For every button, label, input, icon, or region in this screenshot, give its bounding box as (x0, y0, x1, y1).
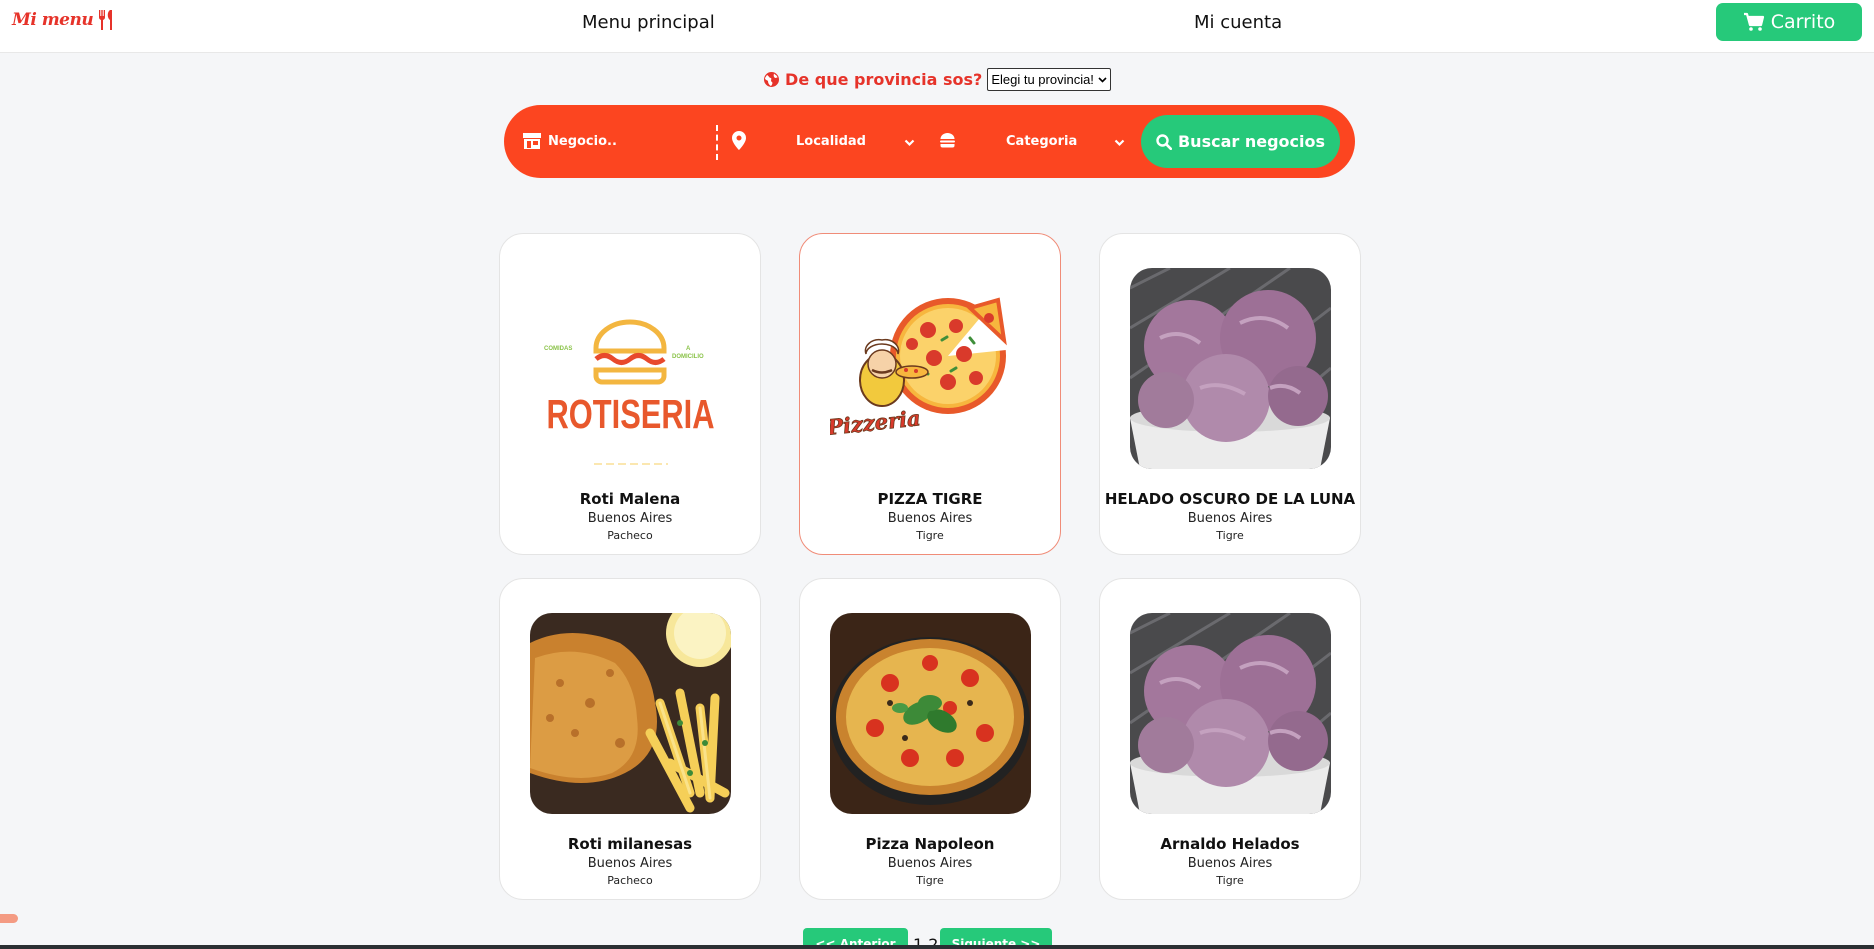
business-locality: Tigre (1216, 529, 1244, 542)
business-image (1130, 613, 1331, 814)
ice-cream-photo (1130, 268, 1331, 469)
store-icon (523, 133, 541, 149)
app-logo[interactable]: Mi menu (12, 9, 116, 31)
business-image: COMIDAS A DOMICILIO ROTISERIA (530, 268, 731, 469)
chevron-down-icon (1114, 139, 1125, 147)
milanesa-photo (530, 613, 731, 814)
globe-icon (764, 72, 780, 87)
pizzeria-logo: Pizzeria (830, 268, 1031, 469)
search-button-label: Buscar negocios (1177, 132, 1326, 151)
business-locality: Tigre (1216, 874, 1244, 887)
business-name: HELADO OSCURO DE LA LUNA (1104, 490, 1356, 508)
business-card[interactable]: COMIDAS A DOMICILIO ROTISERIA Roti Malen… (499, 233, 761, 555)
search-divider (716, 125, 718, 160)
business-locality: Pacheco (607, 874, 653, 887)
business-name: Pizza Napoleon (865, 835, 995, 853)
business-province: Buenos Aires (1187, 856, 1273, 871)
top-navbar: Mi menu Menu principal Mi cuenta Carrito (0, 0, 1874, 53)
logo-domicilio-text: DOMICILIO (672, 354, 704, 360)
category-select[interactable]: Categoria (1006, 134, 1077, 149)
province-question: De que provincia sos? (785, 70, 983, 89)
rotiseria-logo: COMIDAS A DOMICILIO ROTISERIA (530, 268, 731, 469)
business-card[interactable]: HELADO OSCURO DE LA LUNA Buenos Aires Ti… (1099, 233, 1361, 555)
bottom-edge-bar (0, 945, 1874, 949)
business-card[interactable]: Pizza Napoleon Buenos Aires Tigre (799, 578, 1061, 900)
logo-rotiseria-text: ROTISERIA (547, 391, 715, 437)
chevron-down-icon (1098, 76, 1107, 83)
business-province: Buenos Aires (587, 511, 673, 526)
nav-mi-cuenta[interactable]: Mi cuenta (1194, 12, 1282, 33)
search-bar: Negocio.. Localidad Categoria Buscar neg… (504, 105, 1355, 178)
business-card[interactable]: Pizzeria PIZZA TIGRE Buenos Aires Tigre (799, 233, 1061, 555)
business-province: Buenos Aires (887, 856, 973, 871)
business-search-input[interactable]: Negocio.. (548, 134, 617, 149)
business-locality: Tigre (916, 874, 944, 887)
cart-button[interactable]: Carrito (1716, 3, 1862, 41)
business-name: Arnaldo Helados (1160, 835, 1300, 853)
pizza-photo (830, 613, 1031, 814)
cart-icon (1743, 12, 1764, 31)
business-image: Pizzeria (830, 268, 1031, 469)
search-icon (1156, 133, 1172, 150)
chevron-down-icon (904, 139, 915, 147)
burger-icon (940, 133, 955, 148)
logo-text: Mi menu (12, 10, 94, 30)
fork-knife-icon (99, 10, 113, 30)
province-select-value: Elegi tu provincia! (991, 72, 1094, 87)
business-image (1130, 268, 1331, 469)
business-name: Roti Malena (579, 490, 681, 508)
location-pin-icon (732, 131, 746, 150)
ice-cream-photo (1130, 613, 1331, 814)
logo-comidas-text: COMIDAS (544, 346, 572, 352)
business-province: Buenos Aires (887, 511, 973, 526)
province-select[interactable]: Elegi tu provincia! (987, 68, 1111, 91)
side-tab-handle[interactable] (0, 914, 18, 923)
province-row: De que provincia sos? Elegi tu provincia… (0, 68, 1874, 91)
business-card[interactable]: Roti milanesas Buenos Aires Pacheco (499, 578, 761, 900)
business-locality: Tigre (916, 529, 944, 542)
business-name: Roti milanesas (567, 835, 693, 853)
business-image (530, 613, 731, 814)
locality-select[interactable]: Localidad (796, 134, 866, 149)
business-province: Buenos Aires (587, 856, 673, 871)
business-image (830, 613, 1031, 814)
business-name: PIZZA TIGRE (877, 490, 983, 508)
search-businesses-button[interactable]: Buscar negocios (1141, 115, 1340, 168)
business-card[interactable]: Arnaldo Helados Buenos Aires Tigre (1099, 578, 1361, 900)
logo-a-text: A (686, 346, 691, 352)
cart-label: Carrito (1770, 11, 1836, 33)
nav-menu-principal[interactable]: Menu principal (582, 12, 715, 33)
business-province: Buenos Aires (1187, 511, 1273, 526)
business-locality: Pacheco (607, 529, 653, 542)
